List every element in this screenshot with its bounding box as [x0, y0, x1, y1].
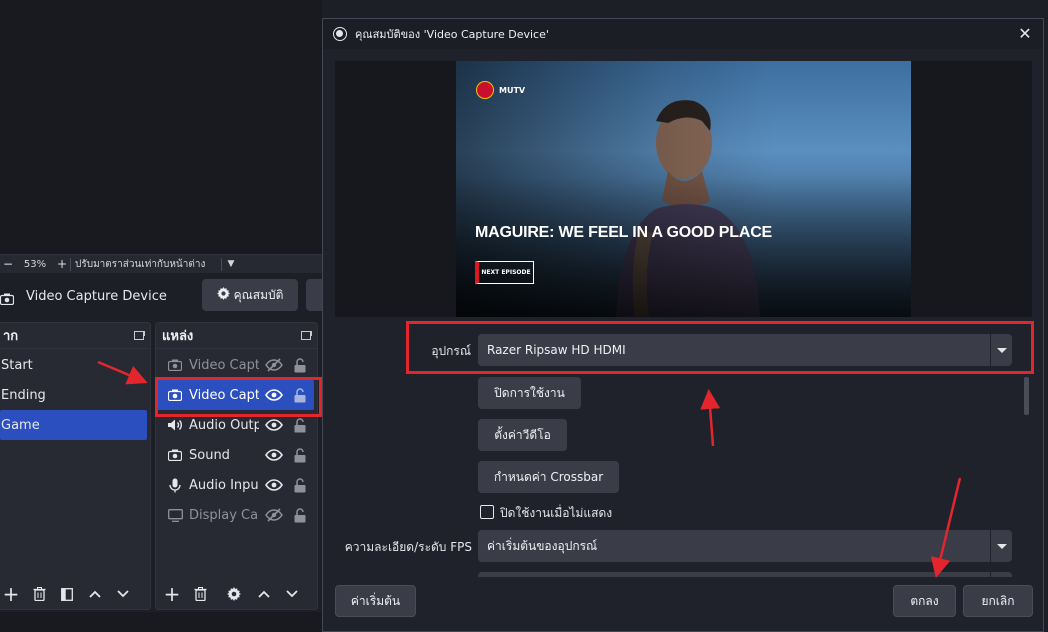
video-headline: MAGUIRE: WE FEEL IN A GOOD PLACE — [475, 224, 773, 241]
filters-button[interactable] — [306, 279, 322, 311]
trash-icon[interactable] — [186, 579, 214, 609]
configure-video-button[interactable]: ตั้งค่าวีดีโอ — [478, 419, 567, 451]
scene-item-start[interactable]: Start — [0, 350, 147, 380]
filter-icon[interactable] — [53, 579, 81, 609]
chevron-down-icon[interactable]: ▼ — [224, 259, 238, 269]
video-frame: MUTV MAGUIRE: WE FEEL IN A GOOD PLACE NE… — [456, 61, 911, 317]
source-label: Video Captu — [189, 357, 259, 373]
next-field-select[interactable] — [478, 572, 1012, 577]
source-label: Display Cap — [189, 507, 259, 523]
window-edge — [1044, 0, 1048, 632]
club-crest-icon — [476, 81, 494, 99]
monitor-icon — [167, 508, 183, 522]
resolution-fps-value: ค่าเริ่มต้นของอุปกรณ์ — [487, 538, 598, 553]
scene-label: Start — [1, 357, 33, 373]
unlock-icon[interactable] — [293, 477, 307, 493]
configure-crossbar-button[interactable]: กำหนดค่า Crossbar — [478, 461, 619, 493]
camera-icon — [167, 358, 183, 372]
eye-icon[interactable] — [265, 418, 283, 432]
unlock-icon[interactable] — [293, 357, 307, 373]
resolution-label: ความละเอียด/ระดับ FPS — [344, 540, 472, 554]
deactivate-button[interactable]: ปิดการใช้งาน — [478, 377, 581, 409]
microphone-icon — [167, 478, 183, 492]
scene-label: Game — [1, 417, 40, 433]
chevron-up-icon[interactable] — [81, 579, 109, 609]
fit-to-window-label[interactable]: ปรับมาตราส่วนเท่ากับหน้าต่าง — [71, 257, 221, 272]
mutv-logo: MUTV — [476, 81, 525, 99]
scenes-dock-title: าก — [3, 329, 19, 344]
chevron-up-icon[interactable] — [250, 579, 278, 609]
scenes-dock-header: าก — [0, 323, 150, 349]
source-label: Audio Input — [189, 477, 259, 493]
annotation-box-source — [155, 377, 322, 417]
deactivate-when-hidden-checkbox[interactable] — [480, 505, 494, 519]
trash-icon[interactable] — [25, 579, 53, 609]
defaults-button[interactable]: ค่าเริ่มต้น — [335, 585, 416, 617]
sources-dock: แหล่ง Video Captu Video Captu — [155, 322, 318, 610]
eye-hidden-icon[interactable] — [265, 358, 283, 372]
source-preview: MUTV MAGUIRE: WE FEEL IN A GOOD PLACE NE… — [335, 61, 1032, 317]
eye-hidden-icon[interactable] — [265, 508, 283, 522]
zoom-in-button[interactable]: + — [54, 257, 70, 271]
source-label: Audio Outp — [189, 417, 259, 433]
undock-icon[interactable] — [134, 331, 145, 340]
scenes-dock-toolbar: + — [0, 579, 150, 609]
next-episode-badge: NEXT EPISODE — [475, 261, 534, 284]
camera-icon — [0, 290, 15, 306]
current-source-name: Video Capture Device — [26, 288, 167, 304]
undock-icon[interactable] — [301, 331, 312, 340]
source-item[interactable]: Sound — [157, 440, 314, 470]
chevron-down-icon[interactable] — [109, 579, 137, 609]
eye-icon[interactable] — [265, 478, 283, 492]
source-item[interactable]: Display Cap — [157, 500, 314, 530]
cancel-button[interactable]: ยกเลิก — [963, 585, 1033, 617]
dialog-footer: ค่าเริ่มต้น ตกลง ยกเลิก — [323, 579, 1043, 632]
zoom-toolbar: − 53% + ปรับมาตราส่วนเท่ากับหน้าต่าง ▼ — [0, 254, 322, 273]
source-label: Sound — [189, 447, 230, 463]
unlock-icon[interactable] — [293, 417, 307, 433]
preview-canvas — [0, 0, 322, 255]
scene-item-ending[interactable]: Ending — [0, 380, 147, 410]
unlock-icon[interactable] — [293, 507, 307, 523]
chevron-down-icon[interactable] — [990, 572, 1012, 577]
sources-dock-header: แหล่ง — [156, 323, 317, 349]
camera-icon — [167, 448, 183, 462]
unlock-icon[interactable] — [293, 447, 307, 463]
mutv-logo-text: MUTV — [499, 85, 526, 95]
gear-icon — [216, 287, 230, 303]
scenes-dock: าก Start Ending Game + — [0, 322, 151, 610]
resolution-fps-select[interactable]: ค่าเริ่มต้นของอุปกรณ์ — [478, 530, 1012, 562]
eye-icon[interactable] — [265, 448, 283, 462]
sources-dock-toolbar: + — [156, 579, 317, 609]
speaker-icon — [167, 418, 183, 432]
add-source-icon[interactable]: + — [158, 579, 186, 609]
close-icon[interactable]: ✕ — [1015, 24, 1035, 44]
scene-label: Ending — [1, 387, 46, 403]
properties-button[interactable]: คุณสมบัติ — [202, 279, 298, 311]
dialog-titlebar: คุณสมบัติของ 'Video Capture Device' ✕ — [323, 19, 1043, 49]
sources-dock-title: แหล่ง — [162, 329, 194, 344]
zoom-level: 53% — [23, 258, 47, 270]
dialog-title: คุณสมบัติของ 'Video Capture Device' — [355, 28, 549, 41]
properties-label: คุณสมบัติ — [233, 287, 284, 302]
chevron-down-icon[interactable] — [278, 579, 306, 609]
divider — [221, 257, 222, 271]
ok-button[interactable]: ตกลง — [893, 585, 956, 617]
zoom-out-button[interactable]: − — [0, 257, 16, 271]
source-item[interactable]: Audio Input — [157, 470, 314, 500]
gear-icon[interactable] — [220, 579, 248, 609]
deactivate-when-hidden-label[interactable]: ปิดใช้งานเมื่อไม่แสดง — [500, 504, 612, 523]
add-scene-icon[interactable]: + — [0, 579, 25, 609]
scene-item-game[interactable]: Game — [0, 410, 147, 440]
status-strip — [0, 612, 322, 632]
form-scrollbar-thumb[interactable] — [1024, 377, 1029, 415]
chevron-down-icon[interactable] — [990, 530, 1012, 562]
obs-logo-icon — [333, 27, 347, 41]
annotation-box-device — [406, 321, 1034, 374]
source-item[interactable]: Video Captu — [157, 350, 314, 380]
